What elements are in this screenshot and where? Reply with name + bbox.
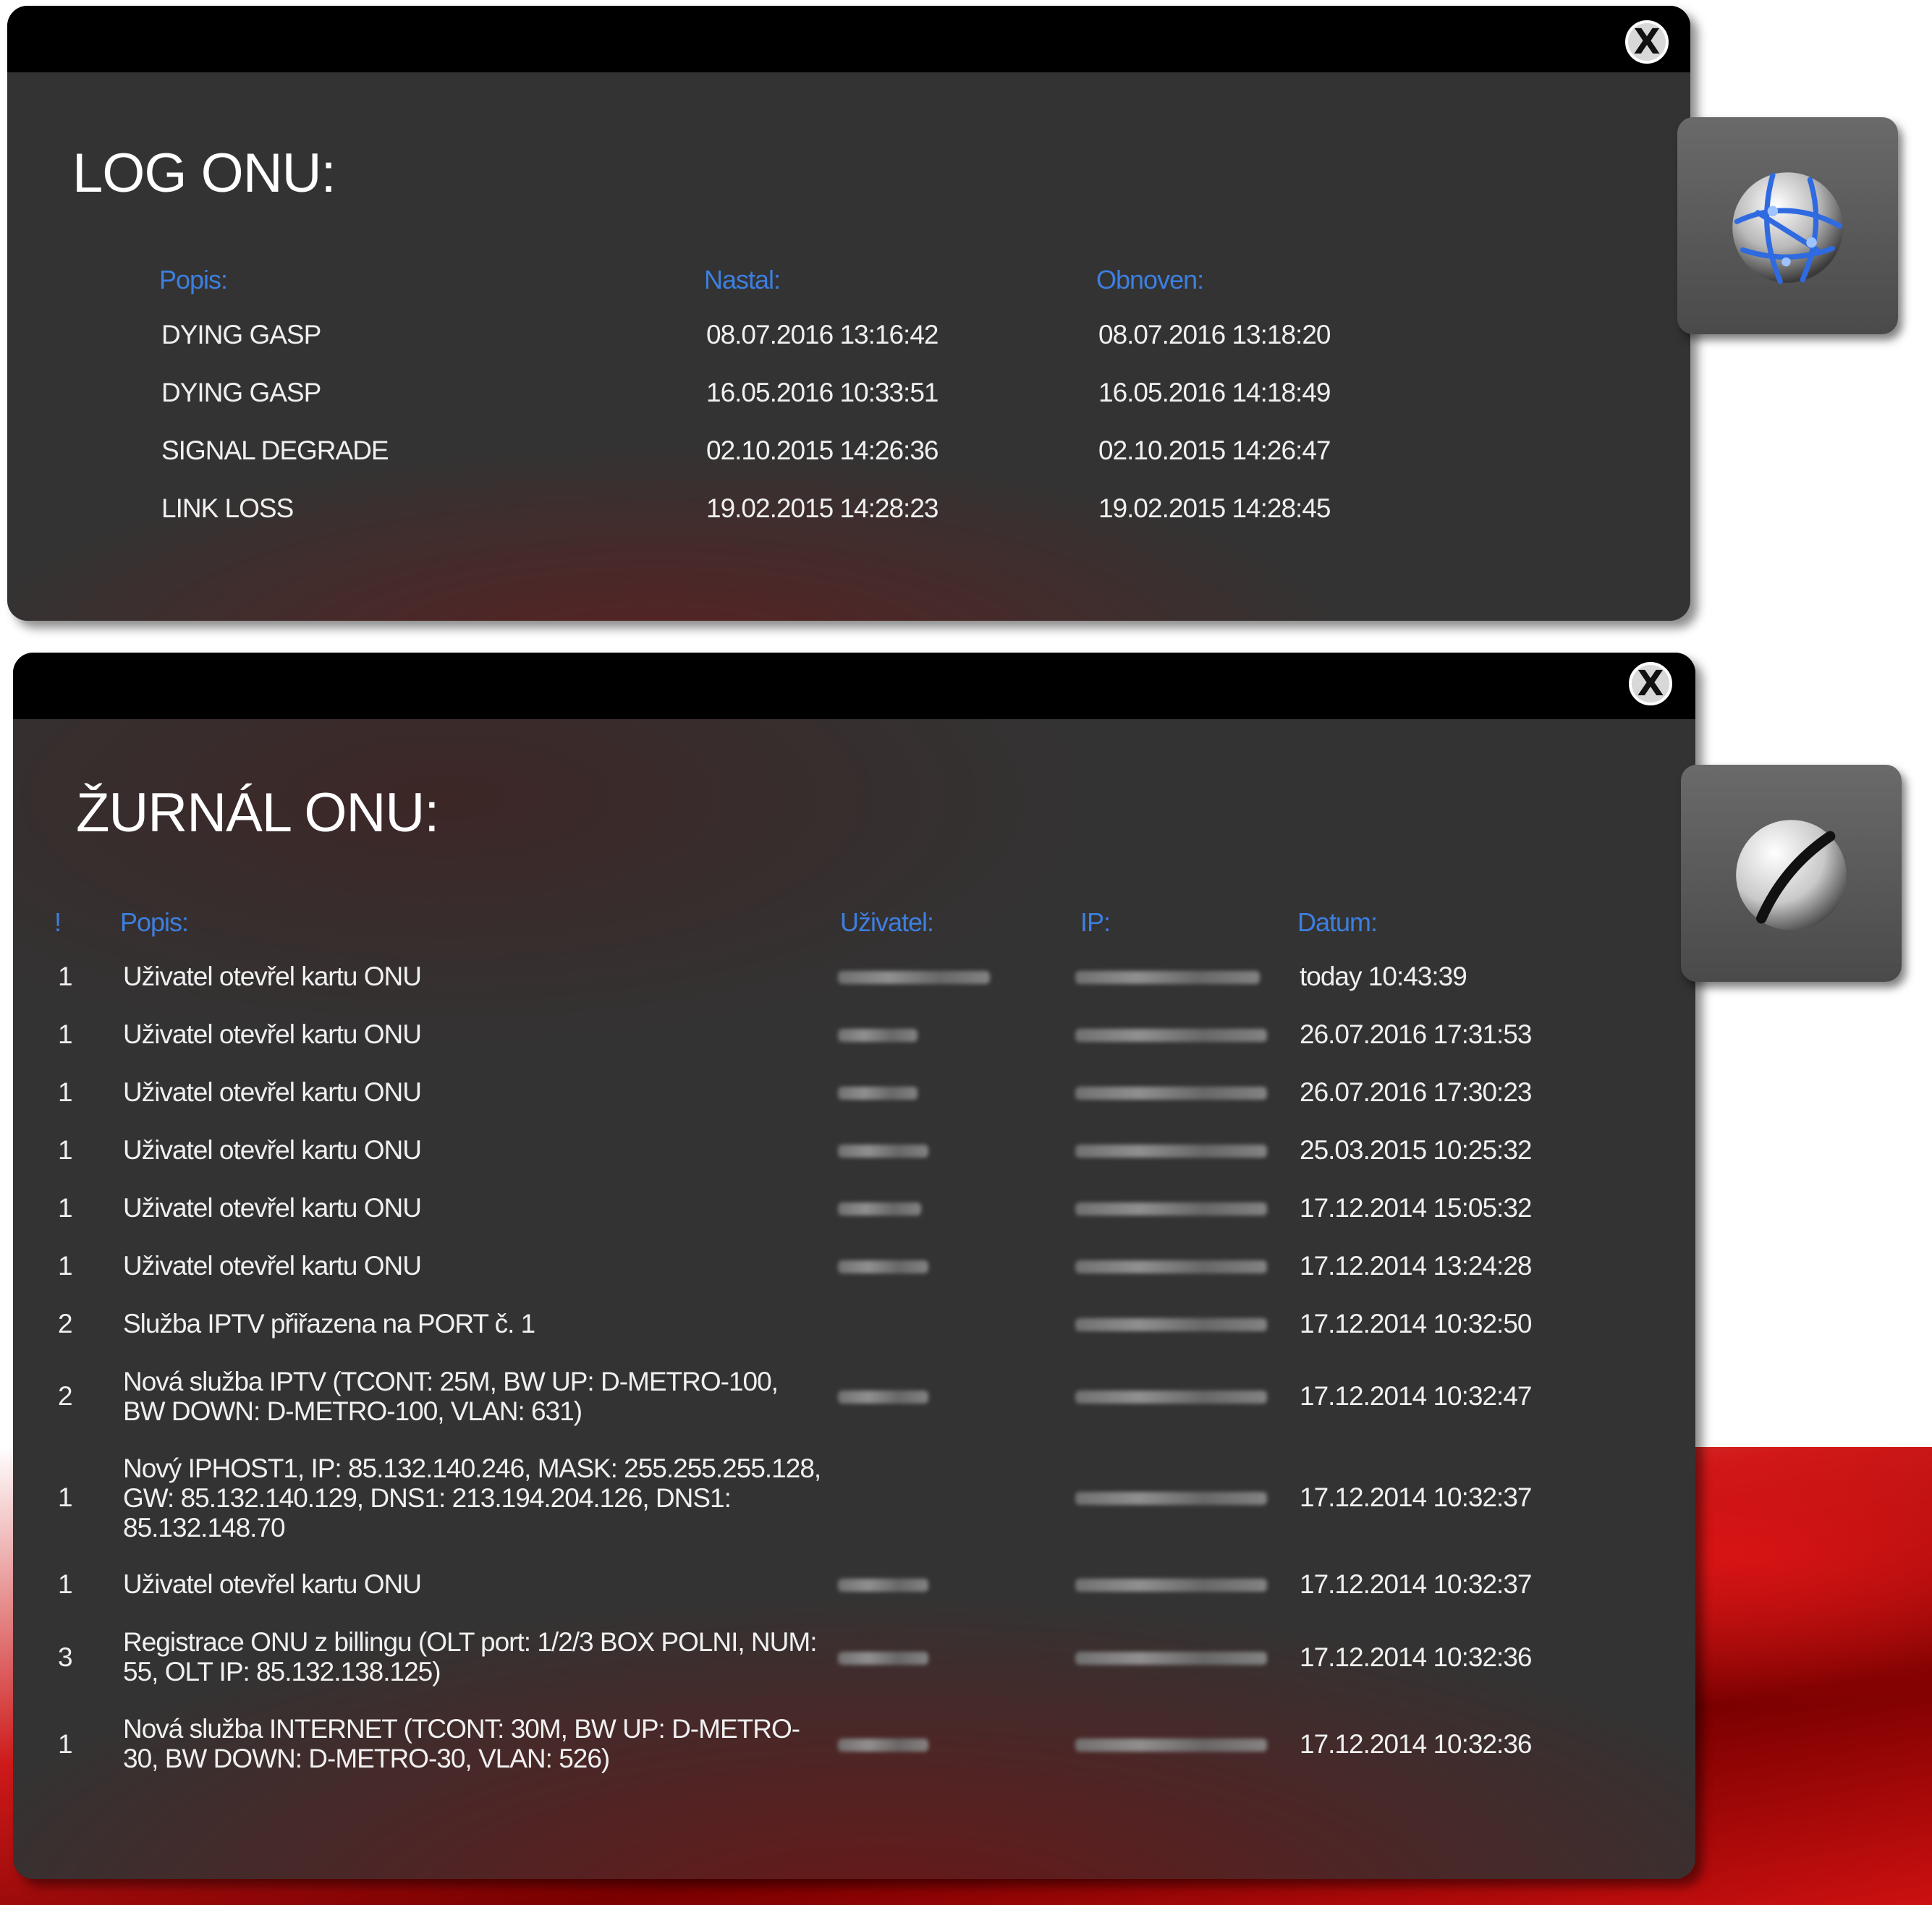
- table-cell-obnoven: 16.05.2016 14:18:49: [1098, 378, 1331, 407]
- redacted-user: [838, 1145, 928, 1158]
- col-header-obnoven: Obnoven:: [1096, 265, 1204, 294]
- table-cell-nastal: 19.02.2015 14:28:23: [706, 493, 939, 523]
- col-header-level: !: [54, 907, 62, 937]
- table-cell-datum: 17.12.2014 15:05:32: [1300, 1193, 1532, 1223]
- redacted-ip: [1075, 1029, 1267, 1042]
- table-cell-level: 1: [58, 1251, 73, 1281]
- table-cell-popis: SIGNAL DEGRADE: [161, 436, 389, 465]
- sphere-icon: [1736, 820, 1847, 930]
- table-cell-popis: Uživatel otevřel kartu ONU: [123, 1251, 422, 1281]
- table-cell-datum: 26.07.2016 17:31:53: [1300, 1019, 1532, 1049]
- redacted-user: [838, 1260, 928, 1273]
- table-cell-level: 1: [58, 1482, 73, 1512]
- redacted-ip: [1075, 1260, 1267, 1273]
- popis-line: Nová služba IPTV (TCONT: 25M, BW UP: D-M…: [123, 1367, 779, 1396]
- log-onu-panel: X LOG ONU: Popis: Nastal: Obnoven: DYING…: [7, 6, 1690, 621]
- popis-line: Nová služba INTERNET (TCONT: 30M, BW UP:…: [123, 1714, 800, 1744]
- col-header-popis: Popis:: [159, 265, 228, 294]
- table-cell-nastal: 16.05.2016 10:33:51: [706, 378, 939, 407]
- popis-line: 55, OLT IP: 85.132.138.125): [123, 1657, 441, 1687]
- journal-panel-title: ŽURNÁL ONU:: [76, 782, 439, 844]
- redacted-ip: [1075, 1202, 1267, 1215]
- journal-panel-close-button[interactable]: X: [1629, 662, 1672, 705]
- col-header-datum: Datum:: [1297, 907, 1378, 937]
- table-cell-datum: 17.12.2014 10:32:37: [1300, 1482, 1532, 1512]
- redacted-user: [838, 1087, 918, 1100]
- popis-line: BW DOWN: D-METRO-100, VLAN: 631): [123, 1396, 582, 1426]
- table-cell-popis: Uživatel otevřel kartu ONU: [123, 1019, 422, 1049]
- col-header-nastal: Nastal:: [704, 265, 781, 294]
- log-side-tab[interactable]: [1677, 117, 1898, 334]
- popis-line: 85.132.148.70: [123, 1513, 286, 1543]
- table-cell-popis: Nová služba INTERNET (TCONT: 30M, BW UP:…: [123, 1714, 800, 1773]
- table-cell-popis: Uživatel otevřel kartu ONU: [123, 1077, 422, 1107]
- popis-line: Registrace ONU z billingu (OLT port: 1/2…: [123, 1627, 817, 1657]
- redacted-user: [838, 1739, 928, 1752]
- table-cell-datum: 17.12.2014 10:32:50: [1300, 1309, 1532, 1338]
- table-cell-popis: Uživatel otevřel kartu ONU: [123, 1135, 422, 1165]
- table-cell-popis: Nová služba IPTV (TCONT: 25M, BW UP: D-M…: [123, 1367, 779, 1426]
- redacted-user: [838, 971, 990, 984]
- table-cell-level: 1: [58, 1569, 73, 1599]
- redacted-ip: [1075, 971, 1260, 984]
- journal-onu-panel: X ŽURNÁL ONU: ! Popis: Uživatel: IP: Dat…: [13, 653, 1695, 1879]
- table-cell-popis: Uživatel otevřel kartu ONU: [123, 1569, 422, 1599]
- redacted-user: [838, 1391, 928, 1404]
- col-header-popis: Popis:: [120, 907, 189, 937]
- table-cell-datum: 25.03.2015 10:25:32: [1300, 1135, 1532, 1165]
- table-cell-level: 1: [58, 1077, 73, 1107]
- table-cell-popis: Uživatel otevřel kartu ONU: [123, 962, 422, 991]
- log-panel-titlebar: [7, 6, 1690, 72]
- redacted-ip: [1075, 1087, 1267, 1100]
- table-cell-obnoven: 08.07.2016 13:18:20: [1098, 320, 1331, 349]
- table-cell-popis: DYING GASP: [161, 378, 321, 407]
- table-cell-datum: 17.12.2014 10:32:36: [1300, 1729, 1532, 1759]
- table-cell-popis: DYING GASP: [161, 320, 321, 349]
- table-cell-level: 1: [58, 1193, 73, 1223]
- table-cell-obnoven: 02.10.2015 14:26:47: [1098, 436, 1331, 465]
- redacted-user: [838, 1579, 928, 1592]
- table-cell-datum: 17.12.2014 10:32:37: [1300, 1569, 1532, 1599]
- journal-panel-titlebar: [13, 653, 1695, 719]
- table-cell-level: 1: [58, 1019, 73, 1049]
- table-cell-popis: Uživatel otevřel kartu ONU: [123, 1193, 422, 1223]
- redacted-ip: [1075, 1579, 1267, 1592]
- popis-line: GW: 85.132.140.129, DNS1: 213.194.204.12…: [123, 1483, 732, 1513]
- table-cell-datum: 17.12.2014 13:24:28: [1300, 1251, 1532, 1281]
- log-panel-close-button[interactable]: X: [1625, 20, 1669, 64]
- redacted-user: [838, 1202, 921, 1215]
- globe-network-icon: [1732, 172, 1843, 284]
- table-cell-datum: 17.12.2014 10:32:36: [1300, 1642, 1532, 1672]
- popis-line: 30, BW DOWN: D-METRO-30, VLAN: 526): [123, 1744, 610, 1773]
- table-cell-popis: Registrace ONU z billingu (OLT port: 1/2…: [123, 1627, 817, 1687]
- table-cell-level: 1: [58, 1729, 73, 1759]
- col-header-uzivatel: Uživatel:: [840, 907, 934, 937]
- log-panel-title: LOG ONU:: [72, 143, 336, 204]
- table-cell-popis: Služba IPTV přiřazena na PORT č. 1: [123, 1309, 535, 1338]
- table-cell-obnoven: 19.02.2015 14:28:45: [1098, 493, 1331, 523]
- journal-side-tab[interactable]: [1681, 765, 1902, 982]
- redacted-ip: [1075, 1145, 1267, 1158]
- table-cell-popis: LINK LOSS: [161, 493, 294, 523]
- table-cell-nastal: 02.10.2015 14:26:36: [706, 436, 939, 465]
- table-cell-level: 2: [58, 1309, 73, 1338]
- redacted-ip: [1075, 1652, 1267, 1665]
- redacted-ip: [1075, 1391, 1267, 1404]
- redacted-ip: [1075, 1318, 1267, 1331]
- col-header-ip: IP:: [1080, 907, 1111, 937]
- table-cell-level: 1: [58, 962, 73, 991]
- table-cell-nastal: 08.07.2016 13:16:42: [706, 320, 939, 349]
- table-cell-level: 3: [58, 1642, 73, 1672]
- table-cell-level: 1: [58, 1135, 73, 1165]
- popis-line: Nový IPHOST1, IP: 85.132.140.246, MASK: …: [123, 1454, 821, 1483]
- redacted-user: [838, 1652, 928, 1665]
- redacted-ip: [1075, 1492, 1267, 1505]
- table-cell-popis: Nový IPHOST1, IP: 85.132.140.246, MASK: …: [123, 1454, 821, 1543]
- table-cell-datum: 17.12.2014 10:32:47: [1300, 1381, 1532, 1411]
- table-cell-datum: today 10:43:39: [1300, 962, 1467, 991]
- redacted-user: [838, 1029, 918, 1042]
- table-cell-level: 2: [58, 1381, 73, 1411]
- redacted-ip: [1075, 1739, 1267, 1752]
- table-cell-datum: 26.07.2016 17:30:23: [1300, 1077, 1532, 1107]
